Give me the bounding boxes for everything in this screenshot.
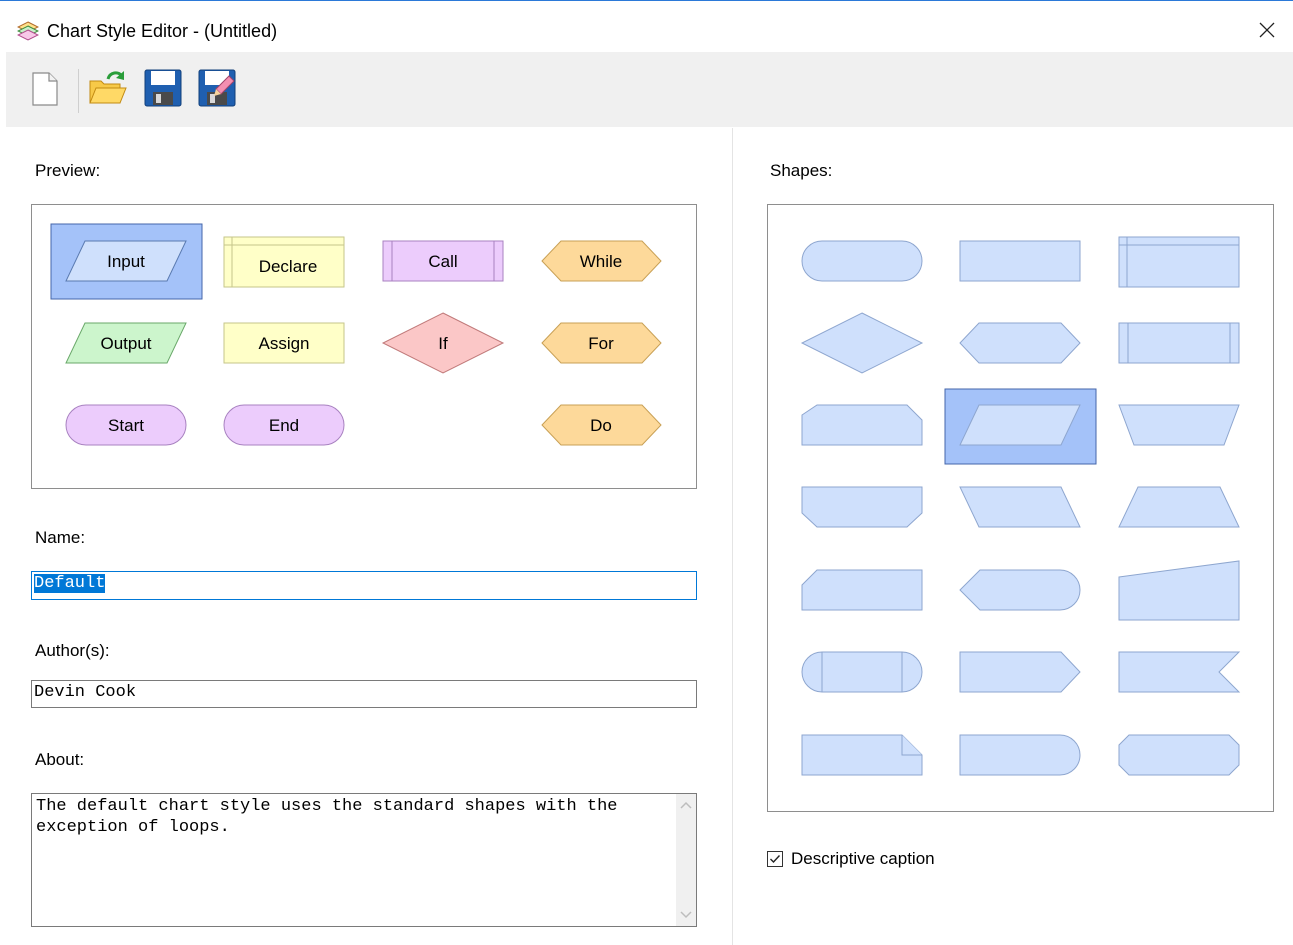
shape-stored-data[interactable] [801,651,923,693]
preview-panel: Input Declare Call While Output Assign I… [31,204,697,489]
shape-skewed-right[interactable] [959,486,1081,528]
title-bar: Chart Style Editor - (Untitled) [0,1,1293,51]
preview-if[interactable]: If [381,312,505,374]
shape-loop-end[interactable] [801,486,923,528]
preview-input-text: Input [107,252,145,271]
checkbox-checked-icon[interactable] [767,851,783,867]
about-scrollbar[interactable] [676,794,696,926]
shape-delay[interactable] [959,734,1081,776]
shape-manual-input[interactable] [1118,560,1240,621]
new-document-icon[interactable] [24,67,66,109]
preview-declare-text: Declare [259,257,318,276]
shapes-panel [767,204,1274,812]
shape-process[interactable] [959,240,1081,282]
window-title: Chart Style Editor - (Untitled) [47,21,278,41]
descriptive-caption-label: Descriptive caption [791,849,935,868]
preview-assign-text: Assign [258,334,309,353]
preview-declare[interactable]: Declare [223,236,345,288]
preview-while[interactable]: While [541,240,662,282]
about-text: The default chart style uses the standar… [36,797,628,837]
preview-call-text: Call [428,252,457,271]
preview-for[interactable]: For [541,322,662,364]
shapes-label: Shapes: [770,161,833,180]
about-label: About: [35,750,85,769]
floppy-disk-icon[interactable] [142,67,184,109]
preview-start-text: Start [108,416,144,435]
name-label: Name: [35,528,86,547]
preview-output-text: Output [100,334,151,353]
shape-flag[interactable] [1118,651,1241,693]
scroll-down-icon[interactable] [676,904,696,924]
preview-start[interactable]: Start [65,404,187,446]
shape-preparation[interactable] [959,322,1081,364]
shape-card[interactable] [801,569,923,611]
preview-input[interactable]: Input [50,223,203,300]
preview-do-text: Do [590,416,612,435]
toolbar-separator [78,69,79,113]
shape-pentagon-arrow[interactable] [959,651,1081,693]
shape-octagon[interactable] [1118,734,1240,776]
preview-call[interactable]: Call [382,240,504,282]
authors-label: Author(s): [35,641,110,660]
shape-document-corner[interactable] [801,734,923,776]
preview-end-text: End [269,416,299,435]
shape-display[interactable] [959,569,1081,611]
shape-data[interactable] [944,388,1097,465]
shape-loop-limit[interactable] [801,404,923,446]
preview-label: Preview: [35,161,101,180]
shape-manual-operation[interactable] [1118,404,1240,446]
name-value: Default [34,574,106,593]
shape-terminal[interactable] [801,240,923,282]
close-icon[interactable] [1252,15,1282,45]
panel-divider [732,128,733,945]
shape-trapezoid[interactable] [1118,486,1240,528]
about-textarea[interactable]: The default chart style uses the standar… [31,793,697,927]
floppy-disk-pencil-icon[interactable] [196,67,238,109]
toolbar [6,52,1293,127]
preview-do[interactable]: Do [541,404,662,446]
app-icon [17,21,39,41]
open-folder-icon[interactable] [86,67,128,109]
preview-for-text: For [588,334,614,353]
shape-internal-storage[interactable] [1118,236,1240,288]
authors-field[interactable]: Devin Cook [31,680,697,708]
preview-end[interactable]: End [223,404,345,446]
preview-assign[interactable]: Assign [223,322,345,364]
shape-predefined-process[interactable] [1118,322,1240,364]
preview-if-text: If [438,334,448,353]
preview-output[interactable]: Output [65,322,187,364]
shape-decision[interactable] [800,312,924,374]
scroll-up-icon[interactable] [676,796,696,816]
preview-while-text: While [580,252,623,271]
name-field[interactable]: Default [31,571,697,600]
